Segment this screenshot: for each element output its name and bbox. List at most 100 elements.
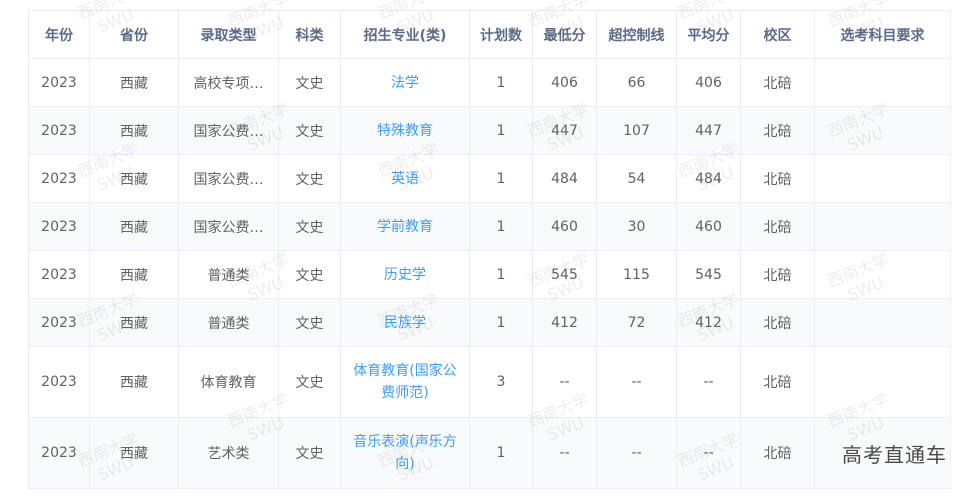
avg-score-cell: 406 (676, 58, 741, 107)
admission-type-cell: 高校专项… (178, 58, 279, 107)
over-line-cell: -- (596, 417, 677, 489)
avg-score-cell: -- (676, 417, 741, 489)
admission-type-cell: 国家公费… (178, 202, 279, 251)
province-cell: 西藏 (89, 58, 179, 107)
admission-type-cell: 艺术类 (178, 417, 279, 489)
plan-count-cell: 3 (469, 346, 533, 418)
col-header-over-line[interactable]: 超控制线 (596, 10, 677, 59)
subject-cell: 文史 (278, 250, 341, 299)
plan-count-cell: 1 (469, 298, 533, 347)
major-link[interactable]: 音乐表演(声乐方向) (347, 431, 463, 475)
major-cell: 音乐表演(声乐方向) (340, 417, 470, 489)
admission-type-cell: 国家公费… (178, 154, 279, 203)
admission-type-cell: 体育教育 (178, 346, 279, 418)
year-cell: 2023 (28, 417, 90, 489)
subject-cell: 文史 (278, 58, 341, 107)
brand-watermark: 高考直通车 (842, 443, 947, 467)
year-cell: 2023 (28, 346, 90, 418)
subject-requirements-cell (814, 298, 951, 347)
over-line-cell: 54 (596, 154, 677, 203)
major-cell: 英语 (340, 154, 470, 203)
plan-count-cell: 1 (469, 58, 533, 107)
major-link[interactable]: 法学 (391, 72, 419, 94)
campus-cell: 北碚 (740, 202, 815, 251)
table-row[interactable]: 2023 西藏 体育教育 文史 体育教育(国家公费师范) 3 -- -- -- 北碚 (28, 346, 951, 418)
table-row[interactable]: 2023 西藏 艺术类 文史 音乐表演(声乐方向) 1 -- -- -- 北碚 (28, 417, 951, 489)
campus-cell: 北碚 (740, 346, 815, 418)
major-link[interactable]: 特殊教育 (377, 120, 433, 142)
over-line-cell: 107 (596, 106, 677, 155)
table-row[interactable]: 2023 西藏 国家公费… 文史 学前教育 1 460 30 460 北碚 (28, 202, 951, 251)
campus-cell: 北碚 (740, 58, 815, 107)
avg-score-cell: 447 (676, 106, 741, 155)
table-row[interactable]: 2023 西藏 普通类 文史 历史学 1 545 115 545 北碚 (28, 250, 951, 299)
major-link[interactable]: 民族学 (384, 312, 426, 334)
province-cell: 西藏 (89, 202, 179, 251)
plan-count-cell: 1 (469, 417, 533, 489)
min-score-cell: -- (532, 346, 597, 418)
col-header-province[interactable]: 省份 (89, 10, 179, 59)
major-cell: 历史学 (340, 250, 470, 299)
min-score-cell: 460 (532, 202, 597, 251)
major-link[interactable]: 体育教育(国家公费师范) (347, 360, 463, 404)
table-row[interactable]: 2023 西藏 普通类 文史 民族学 1 412 72 412 北碚 (28, 298, 951, 347)
year-cell: 2023 (28, 106, 90, 155)
major-cell: 体育教育(国家公费师范) (340, 346, 470, 418)
col-header-plan-count[interactable]: 计划数 (469, 10, 533, 59)
min-score-cell: 545 (532, 250, 597, 299)
subject-requirements-cell (814, 346, 951, 418)
min-score-cell: 406 (532, 58, 597, 107)
province-cell: 西藏 (89, 106, 179, 155)
subject-cell: 文史 (278, 417, 341, 489)
page: 年份 省份 录取类型 科类 招生专业(类) 计划数 最低分 超控制线 平均分 校… (0, 0, 977, 498)
over-line-cell: 115 (596, 250, 677, 299)
plan-count-cell: 1 (469, 250, 533, 299)
col-header-year[interactable]: 年份 (28, 10, 90, 59)
plan-count-cell: 1 (469, 106, 533, 155)
min-score-cell: 447 (532, 106, 597, 155)
subject-cell: 文史 (278, 298, 341, 347)
subject-requirements-cell (814, 154, 951, 203)
over-line-cell: 66 (596, 58, 677, 107)
table-row[interactable]: 2023 西藏 国家公费… 文史 特殊教育 1 447 107 447 北碚 (28, 106, 951, 155)
col-header-min-score[interactable]: 最低分 (532, 10, 597, 59)
province-cell: 西藏 (89, 298, 179, 347)
year-cell: 2023 (28, 250, 90, 299)
min-score-cell: -- (532, 417, 597, 489)
province-cell: 西藏 (89, 250, 179, 299)
major-link[interactable]: 历史学 (384, 264, 426, 286)
campus-cell: 北碚 (740, 298, 815, 347)
col-header-admission-type[interactable]: 录取类型 (178, 10, 279, 59)
plan-count-cell: 1 (469, 202, 533, 251)
subject-cell: 文史 (278, 106, 341, 155)
avg-score-cell: 412 (676, 298, 741, 347)
subject-cell: 文史 (278, 346, 341, 418)
over-line-cell: 72 (596, 298, 677, 347)
col-header-subject-requirements[interactable]: 选考科目要求 (814, 10, 951, 59)
col-header-major[interactable]: 招生专业(类) (340, 10, 470, 59)
col-header-subject[interactable]: 科类 (278, 10, 341, 59)
province-cell: 西藏 (89, 346, 179, 418)
campus-cell: 北碚 (740, 106, 815, 155)
over-line-cell: -- (596, 346, 677, 418)
province-cell: 西藏 (89, 417, 179, 489)
major-cell: 法学 (340, 58, 470, 107)
col-header-avg-score[interactable]: 平均分 (676, 10, 741, 59)
subject-requirements-cell (814, 58, 951, 107)
plan-count-cell: 1 (469, 154, 533, 203)
year-cell: 2023 (28, 154, 90, 203)
subject-cell: 文史 (278, 202, 341, 251)
major-cell: 民族学 (340, 298, 470, 347)
admission-type-cell: 国家公费… (178, 106, 279, 155)
avg-score-cell: 460 (676, 202, 741, 251)
avg-score-cell: 545 (676, 250, 741, 299)
table-header-row: 年份 省份 录取类型 科类 招生专业(类) 计划数 最低分 超控制线 平均分 校… (28, 10, 951, 59)
min-score-cell: 412 (532, 298, 597, 347)
table-row[interactable]: 2023 西藏 高校专项… 文史 法学 1 406 66 406 北碚 (28, 58, 951, 107)
avg-score-cell: -- (676, 346, 741, 418)
col-header-campus[interactable]: 校区 (740, 10, 815, 59)
province-cell: 西藏 (89, 154, 179, 203)
table-row[interactable]: 2023 西藏 国家公费… 文史 英语 1 484 54 484 北碚 (28, 154, 951, 203)
major-link[interactable]: 学前教育 (377, 216, 433, 238)
major-link[interactable]: 英语 (391, 168, 419, 190)
